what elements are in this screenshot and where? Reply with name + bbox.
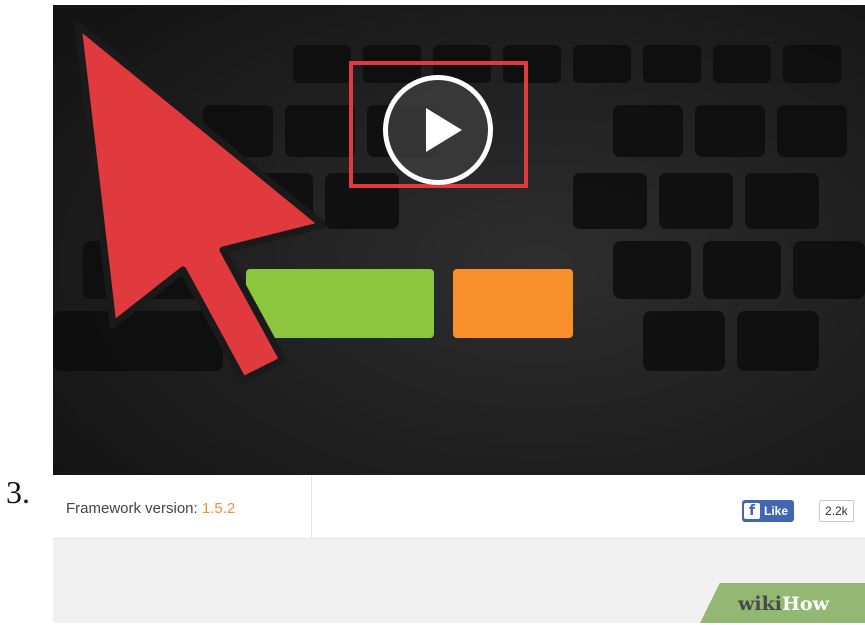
wikihow-wiki: wiki <box>738 593 782 615</box>
framework-version-number: 1.5.2 <box>201 500 236 517</box>
like-count: 2.2k <box>819 500 854 522</box>
wikihow-how: How <box>781 593 829 615</box>
wikihow-logo: wikiHow <box>700 583 865 623</box>
facebook-like-button[interactable]: f Like <box>742 500 795 522</box>
orange-button[interactable] <box>453 269 573 338</box>
framework-version-text: Framework version: 1.5.2 <box>66 500 235 517</box>
play-button[interactable] <box>383 75 493 185</box>
cursor-arrow-icon <box>74 21 327 384</box>
footer-divider <box>311 475 312 539</box>
framework-label: Framework version: <box>66 500 198 517</box>
framework-footer: Framework version: 1.5.2 f Like 2.2k <box>53 475 865 539</box>
like-label: Like <box>764 504 789 518</box>
step-number: 3. <box>6 474 30 510</box>
video-preview[interactable] <box>53 5 865 475</box>
play-icon <box>426 108 462 152</box>
facebook-icon: f <box>744 503 760 519</box>
